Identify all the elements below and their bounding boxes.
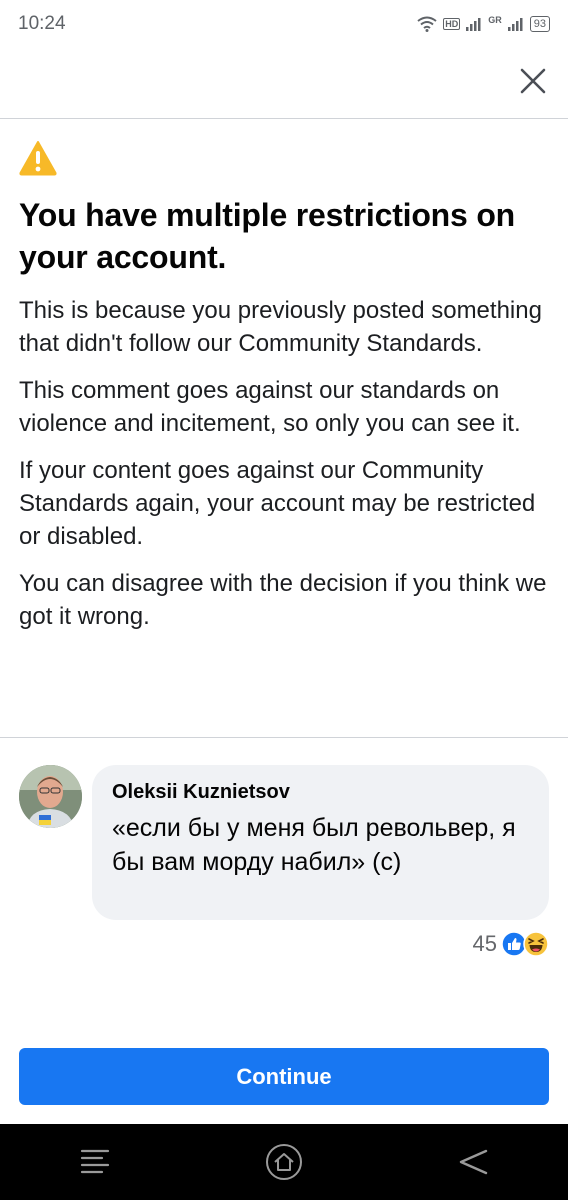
dialog-header — [0, 48, 568, 119]
hd-badge: HD — [443, 18, 461, 30]
warning-icon — [19, 141, 57, 176]
signal-icon — [466, 18, 481, 31]
continue-button[interactable]: Continue — [19, 1048, 549, 1105]
haha-icon — [523, 931, 549, 957]
close-button[interactable] — [516, 64, 550, 98]
dialog-title: You have multiple restrictions on your a… — [19, 197, 516, 275]
reaction-count: 45 — [472, 931, 497, 956]
signal-icon-2 — [507, 18, 523, 31]
dialog-content: You have multiple restrictions on your a… — [19, 140, 549, 633]
reaction-icons — [501, 931, 549, 957]
divider — [0, 737, 568, 738]
paragraph-violation: This comment goes against our standards … — [19, 377, 521, 437]
back-icon — [460, 1149, 488, 1175]
menu-icon — [80, 1149, 109, 1174]
back-button[interactable] — [443, 1132, 503, 1192]
paragraph-warning: If your content goes against our Communi… — [19, 457, 536, 550]
status-bar: 10:24 HD GR 93 — [0, 0, 568, 48]
android-nav-bar — [0, 1124, 568, 1200]
home-button[interactable] — [254, 1132, 314, 1192]
status-icons: HD GR 93 — [417, 15, 550, 32]
status-time: 10:24 — [18, 13, 66, 34]
comment-bubble[interactable]: Oleksii Kuznietsov «если бы у меня был р… — [92, 765, 549, 920]
wifi-icon — [417, 16, 437, 32]
comment-text: «если бы у меня был револьвер, я бы вам … — [112, 814, 516, 876]
close-icon — [520, 68, 546, 94]
battery-icon: 93 — [529, 16, 550, 32]
gr-label: GR — [488, 15, 502, 25]
paragraph-disagree: You can disagree with the decision if yo… — [19, 570, 547, 630]
paragraph-reason: This is because you previously posted so… — [19, 297, 542, 357]
recent-apps-button[interactable] — [65, 1132, 125, 1192]
avatar[interactable] — [19, 765, 82, 828]
home-icon — [265, 1144, 302, 1180]
comment-author[interactable]: Oleksii Kuznietsov — [112, 779, 529, 805]
reactions[interactable]: 45 — [473, 931, 549, 957]
